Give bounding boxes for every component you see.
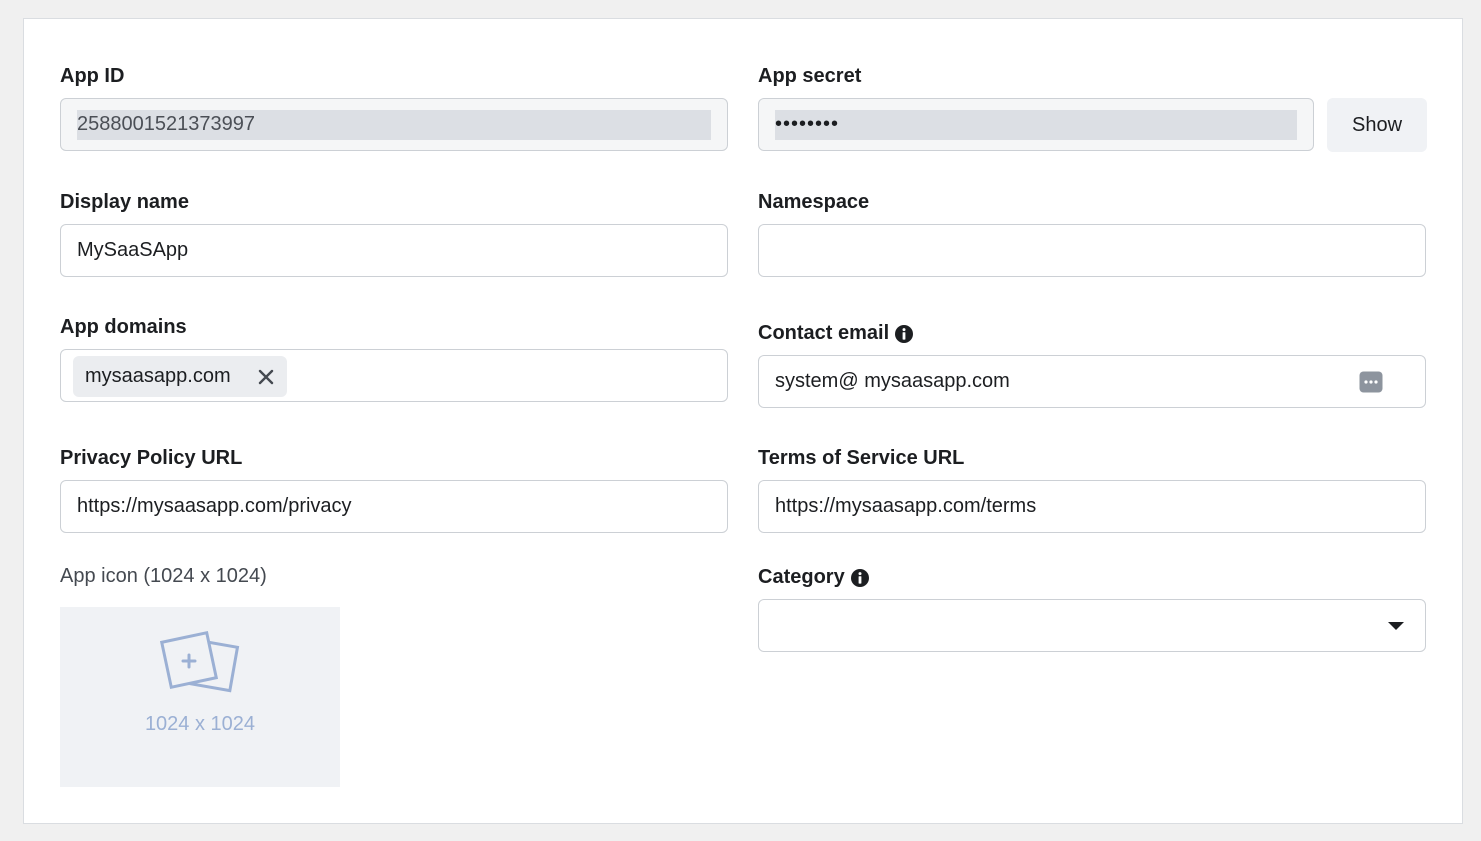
chevron-down-icon [1388, 622, 1404, 630]
privacy-policy-label: Privacy Policy URL [60, 447, 243, 469]
app-secret-value: •••••••• [775, 113, 840, 135]
category-label-text: Category [758, 566, 845, 588]
app-domains-label: App domains [60, 316, 187, 338]
display-name-field[interactable] [60, 224, 728, 277]
category-label: Category [758, 566, 869, 589]
add-image-icon [159, 630, 240, 693]
terms-of-service-label: Terms of Service URL [758, 447, 965, 469]
info-icon[interactable] [895, 324, 914, 343]
autofill-icon[interactable] [1359, 371, 1383, 393]
privacy-policy-input[interactable] [61, 481, 727, 532]
app-domains-field[interactable]: mysaasapp.com [60, 349, 728, 402]
terms-of-service-input[interactable] [759, 481, 1425, 532]
app-secret-label: App secret [758, 65, 862, 87]
namespace-label: Namespace [758, 191, 870, 213]
app-icon-upload[interactable]: 1024 x 1024 [60, 607, 340, 787]
app-id-field[interactable]: 2588001521373997 [60, 98, 728, 151]
contact-email-input[interactable] [759, 356, 1425, 407]
contact-email-field[interactable] [758, 355, 1426, 408]
namespace-field[interactable] [758, 224, 1426, 277]
privacy-policy-field[interactable] [60, 480, 728, 533]
app-secret-field[interactable]: •••••••• [758, 98, 1314, 151]
show-secret-button[interactable]: Show [1327, 98, 1427, 152]
contact-email-label-text: Contact email [758, 322, 890, 344]
contact-email-label: Contact email [758, 322, 914, 345]
app-id-label: App ID [60, 65, 125, 87]
namespace-input[interactable] [759, 225, 1425, 276]
category-select[interactable] [758, 599, 1426, 652]
domain-chip: mysaasapp.com [73, 356, 287, 397]
remove-chip-icon[interactable] [257, 368, 275, 386]
info-icon[interactable] [850, 568, 869, 587]
display-name-label: Display name [60, 191, 189, 213]
domain-chip-label: mysaasapp.com [85, 365, 231, 387]
app-id-value: 2588001521373997 [77, 113, 255, 135]
display-name-input[interactable] [61, 225, 727, 276]
selection-highlight [775, 110, 1297, 140]
terms-of-service-field[interactable] [758, 480, 1426, 533]
app-settings-card: App ID 2588001521373997 App secret •••••… [23, 18, 1463, 824]
app-icon-label: App icon (1024 x 1024) [60, 565, 267, 587]
app-icon-size-text: 1024 x 1024 [144, 713, 256, 735]
